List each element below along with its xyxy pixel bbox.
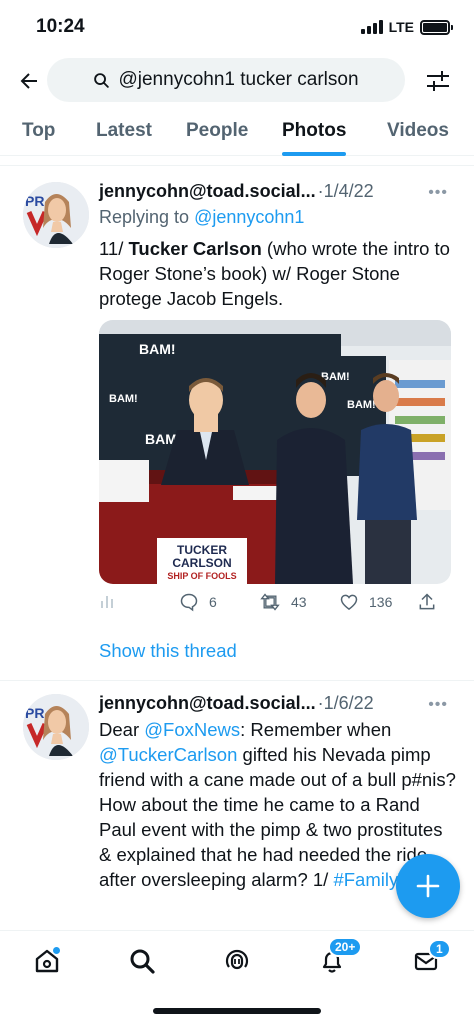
search-icon (130, 949, 155, 974)
retweet-button[interactable]: 43 (259, 592, 307, 612)
search-row: @jennycohn1 tucker carlson (0, 56, 474, 104)
retweet-count: 43 (291, 594, 307, 610)
divider (0, 165, 474, 166)
home-indicator (153, 1008, 321, 1014)
battery-icon (420, 19, 453, 35)
retweet-icon (260, 593, 280, 611)
like-button[interactable]: 136 (339, 592, 392, 612)
sliders-icon (427, 71, 449, 91)
share-button[interactable] (417, 592, 437, 612)
home-unread-dot (53, 947, 60, 954)
tweet-date-value: 1/6/22 (323, 693, 374, 713)
tab-videos[interactable]: Videos (387, 120, 449, 142)
nav-search[interactable] (126, 945, 158, 977)
tab-latest[interactable]: Latest (96, 120, 152, 142)
author-name[interactable]: jennycohn@toad.social... (99, 693, 316, 714)
nav-spaces[interactable] (221, 945, 253, 977)
network-label: LTE (388, 19, 414, 35)
tweet-photo[interactable]: BAM! BAM! BAM! BAM! BAM! TUCKER CARLSON … (99, 320, 451, 584)
svg-text:PR: PR (25, 193, 44, 209)
like-count: 136 (369, 594, 393, 610)
sign-line-2: CARLSON (172, 556, 231, 570)
bam-banner: BAM! (109, 393, 138, 405)
search-input[interactable]: @jennycohn1 tucker carlson (47, 58, 405, 102)
mention-link[interactable]: @TuckerCarlson (99, 744, 237, 765)
plus-icon (416, 874, 440, 898)
nav-home[interactable] (31, 945, 63, 977)
divider (0, 680, 474, 681)
tab-people[interactable]: People (186, 120, 248, 142)
share-icon (419, 593, 435, 610)
heart-icon (340, 594, 358, 610)
status-indicators: LTE (360, 19, 453, 35)
analytics-button[interactable] (99, 592, 117, 610)
replying-to: Replying to @jennycohn1 (99, 207, 304, 228)
sign-line-1: TUCKER (177, 543, 227, 557)
tweet-text: 11/ Tucker Carlson (who wrote the intro … (99, 238, 450, 309)
arrow-left-icon (20, 73, 37, 89)
messages-badge: 1 (428, 939, 451, 959)
search-filter-button[interactable] (424, 67, 452, 95)
status-bar: 10:24 LTE (0, 0, 474, 56)
reply-icon (180, 593, 198, 612)
status-time: 10:24 (36, 16, 85, 37)
bam-banner: BAM! (347, 399, 376, 411)
search-tabs: Top Latest People Photos Videos (0, 108, 474, 156)
tweet-date-value: 1/4/22 (323, 181, 374, 201)
reply-button[interactable]: 6 (179, 592, 217, 612)
more-options-icon[interactable]: ••• (428, 696, 448, 714)
replying-to-label: Replying to (99, 207, 195, 227)
tweet-date: ·1/4/22 (317, 181, 374, 201)
reply-handle-link[interactable]: @jennycohn1 (194, 207, 304, 227)
analytics-icon (101, 596, 113, 608)
avatar[interactable]: PR (23, 182, 89, 248)
search-icon (94, 72, 110, 88)
back-button[interactable] (14, 66, 44, 96)
sign-line-3: SHIP OF FOOLS (167, 571, 236, 581)
tweet-date: ·1/6/22 (317, 693, 374, 713)
show-thread-link[interactable]: Show this thread (99, 640, 237, 662)
signal-icon (360, 20, 383, 34)
compose-tweet-button[interactable] (396, 854, 460, 918)
search-query: @jennycohn1 tucker carlson (118, 69, 359, 90)
svg-text:PR: PR (25, 705, 44, 721)
bam-banner: BAM! (139, 341, 176, 357)
avatar[interactable]: PR (23, 694, 89, 760)
tab-indicator (282, 152, 346, 156)
notifications-badge: 20+ (328, 937, 363, 957)
more-options-icon[interactable]: ••• (428, 184, 448, 202)
tab-top[interactable]: Top (22, 120, 55, 142)
tweet-actions: 6 43 136 (99, 592, 451, 618)
bold-name: Tucker Carlson (128, 238, 262, 259)
author-name[interactable]: jennycohn@toad.social... (99, 181, 316, 202)
mention-link[interactable]: @FoxNews (144, 719, 240, 740)
reply-count: 6 (209, 594, 217, 610)
spaces-icon (225, 949, 249, 970)
tab-photos[interactable]: Photos (282, 120, 346, 142)
